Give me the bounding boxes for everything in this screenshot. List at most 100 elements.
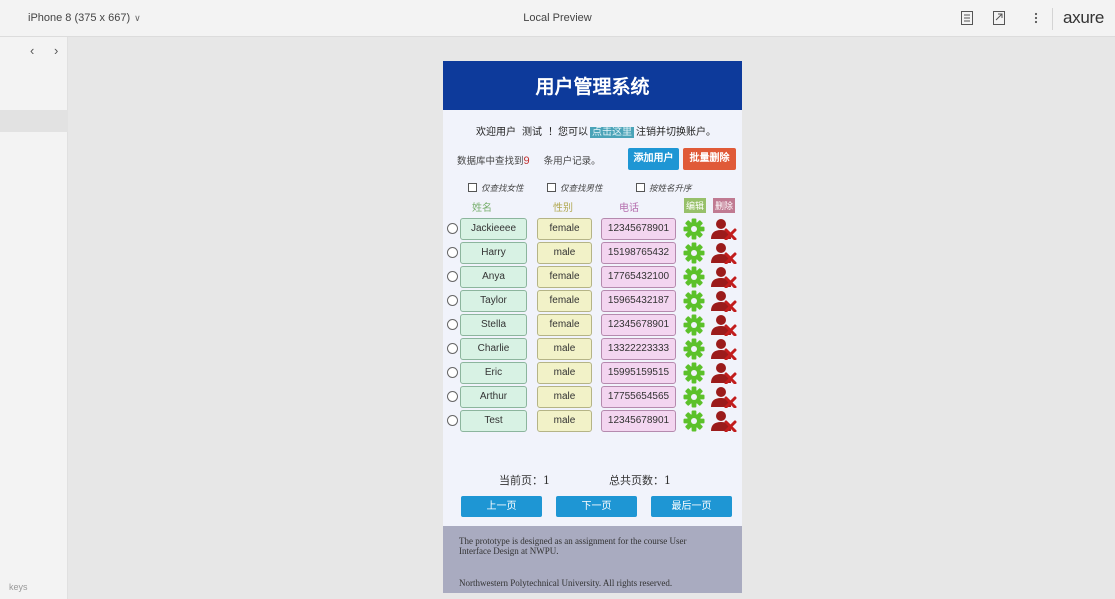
delete-user-icon[interactable] <box>711 218 737 241</box>
user-gender-cell[interactable]: female <box>537 290 592 312</box>
delete-user-icon[interactable] <box>711 290 737 313</box>
export-icon[interactable] <box>993 11 1005 25</box>
delete-user-icon[interactable] <box>711 242 737 265</box>
user-phone-cell[interactable]: 12345678901 <box>601 410 676 432</box>
app-title: 用户管理系统 <box>443 61 742 110</box>
row-select-radio[interactable] <box>447 343 458 354</box>
row-select-radio[interactable] <box>447 271 458 282</box>
user-phone-cell[interactable]: 15965432187 <box>601 290 676 312</box>
gear-icon[interactable] <box>683 218 705 240</box>
selected-page-item[interactable] <box>0 110 68 132</box>
user-gender-cell[interactable]: male <box>537 410 592 432</box>
footer-copyright: Northwestern Polytechnical University. A… <box>459 578 673 588</box>
current-page-number: 1 <box>543 474 550 487</box>
record-count-prefix: 数据库中查找到 <box>457 156 524 167</box>
delete-user-icon[interactable] <box>711 314 737 337</box>
axure-logo: axure <box>1063 8 1105 27</box>
user-name-cell[interactable]: Charlie <box>460 338 527 360</box>
prev-page-button[interactable]: 上一页 <box>461 496 542 517</box>
user-gender-cell[interactable]: male <box>537 242 592 264</box>
gear-icon[interactable] <box>683 314 705 336</box>
gear-icon[interactable] <box>683 338 705 360</box>
user-phone-cell[interactable]: 17755654565 <box>601 386 676 408</box>
gear-icon[interactable] <box>683 266 705 288</box>
user-name-cell[interactable]: Eric <box>460 362 527 384</box>
gear-icon[interactable] <box>683 410 705 432</box>
phone-viewport: 用户管理系统 欢迎用户 测试 ！您可以 点击这里 注销并切换账户。 数据库中查找到9 条用… <box>443 61 742 593</box>
user-name-cell[interactable]: Harry <box>460 242 527 264</box>
gear-icon[interactable] <box>683 242 705 264</box>
column-header-phone: 电话 <box>619 203 639 214</box>
batch-delete-button[interactable]: 批量删除 <box>683 148 736 170</box>
username: 测试 <box>522 127 542 138</box>
welcome-line: 欢迎用户 测试 ！您可以 点击这里 注销并切换账户。 <box>476 123 716 138</box>
row-select-radio[interactable] <box>447 391 458 402</box>
delete-user-icon[interactable] <box>711 386 737 409</box>
user-gender-cell[interactable]: male <box>537 338 592 360</box>
checkbox[interactable] <box>468 183 477 192</box>
row-select-radio[interactable] <box>447 415 458 426</box>
gear-icon[interactable] <box>683 362 705 384</box>
page-list-pane: ‹ › keys <box>0 37 68 599</box>
user-phone-cell[interactable]: 15995159515 <box>601 362 676 384</box>
next-page-button[interactable]: 下一页 <box>556 496 637 517</box>
page-nav-arrows[interactable]: ‹ › <box>30 43 66 58</box>
record-count-suffix: 条用户记录。 <box>543 156 601 167</box>
user-name-cell[interactable]: Arthur <box>460 386 527 408</box>
delete-user-icon[interactable] <box>711 266 737 289</box>
record-count: 9 <box>523 155 530 167</box>
user-name-cell[interactable]: Stella <box>460 314 527 336</box>
user-gender-cell[interactable]: female <box>537 218 592 240</box>
table-row: Harry male 15198765432 <box>443 242 742 265</box>
welcome-suffix: 注销并切换账户。 <box>636 127 716 138</box>
preview-title: Local Preview <box>523 12 592 24</box>
table-row: Stella female 12345678901 <box>443 314 742 337</box>
notes-icon[interactable] <box>961 11 973 25</box>
column-header-delete: 删除 <box>713 198 736 213</box>
total-pages-info: 总共页数：1 <box>609 472 671 488</box>
total-pages-label: 总共页数： <box>609 474 664 487</box>
user-gender-cell[interactable]: male <box>537 362 592 384</box>
checkbox[interactable] <box>636 183 645 192</box>
user-name-cell[interactable]: Test <box>460 410 527 432</box>
table-row: Jackieeee female 12345678901 <box>443 218 742 241</box>
row-select-radio[interactable] <box>447 223 458 234</box>
row-select-radio[interactable] <box>447 319 458 330</box>
add-user-button[interactable]: 添加用户 <box>628 148 679 170</box>
total-pages-number: 1 <box>664 474 671 487</box>
delete-user-icon[interactable] <box>711 338 737 361</box>
user-phone-cell[interactable]: 17765432100 <box>601 266 676 288</box>
axure-toolbar: iPhone 8 (375 x 667) ∨ Local Preview axur… <box>0 0 1115 37</box>
row-select-radio[interactable] <box>447 367 458 378</box>
user-gender-cell[interactable]: female <box>537 266 592 288</box>
keys-label: keys <box>9 582 28 592</box>
table-row: Charlie male 13322223333 <box>443 338 742 361</box>
delete-user-icon[interactable] <box>711 362 737 385</box>
user-name-cell[interactable]: Anya <box>460 266 527 288</box>
user-name-cell[interactable]: Jackieeee <box>460 218 527 240</box>
filter-label: 仅查找男性 <box>560 184 603 194</box>
checkbox[interactable] <box>547 183 556 192</box>
gear-icon[interactable] <box>683 290 705 312</box>
filter-female-only[interactable]: 仅查找女性 <box>468 182 524 194</box>
gear-icon[interactable] <box>683 386 705 408</box>
user-phone-cell[interactable]: 15198765432 <box>601 242 676 264</box>
welcome-prefix: 欢迎用户 <box>476 127 516 138</box>
table-row: Arthur male 17755654565 <box>443 386 742 409</box>
row-select-radio[interactable] <box>447 247 458 258</box>
row-select-radio[interactable] <box>447 295 458 306</box>
user-phone-cell[interactable]: 12345678901 <box>601 314 676 336</box>
current-page-label: 当前页： <box>499 474 543 487</box>
record-count-line: 数据库中查找到9 条用户记录。 <box>457 153 601 167</box>
filter-sort-by-name[interactable]: 按姓名升序 <box>636 182 692 194</box>
filter-male-only[interactable]: 仅查找男性 <box>547 182 603 194</box>
user-phone-cell[interactable]: 12345678901 <box>601 218 676 240</box>
user-gender-cell[interactable]: female <box>537 314 592 336</box>
delete-user-icon[interactable] <box>711 410 737 433</box>
last-page-button[interactable]: 最后一页 <box>651 496 732 517</box>
logout-link[interactable]: 点击这里 <box>590 127 634 138</box>
user-phone-cell[interactable]: 13322223333 <box>601 338 676 360</box>
user-name-cell[interactable]: Taylor <box>460 290 527 312</box>
more-options-icon[interactable] <box>1030 11 1042 25</box>
user-gender-cell[interactable]: male <box>537 386 592 408</box>
